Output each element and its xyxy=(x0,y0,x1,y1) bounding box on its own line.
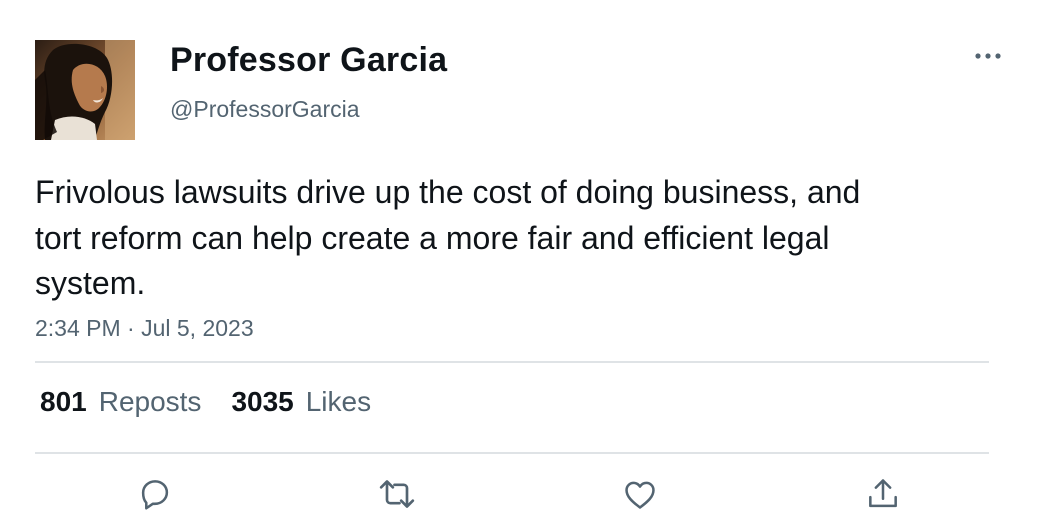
likes-count: 3035 xyxy=(231,386,294,417)
repost-button[interactable] xyxy=(377,474,417,514)
divider xyxy=(35,361,989,363)
likes-label: Likes xyxy=(305,386,372,417)
engagement-stats: 801 Reposts 3035 Likes xyxy=(40,386,371,418)
share-icon xyxy=(869,479,897,508)
reposts-count: 801 xyxy=(40,386,87,417)
avatar[interactable] xyxy=(35,40,135,140)
tweet-card: Professor Garcia @ProfessorGarcia Frivol… xyxy=(0,0,1050,525)
divider xyxy=(35,452,989,454)
share-button[interactable] xyxy=(863,474,903,514)
user-handle[interactable]: @ProfessorGarcia xyxy=(170,96,360,123)
reposts-stat[interactable]: 801 Reposts xyxy=(40,386,201,418)
tweet-text: Frivolous lawsuits drive up the cost of … xyxy=(35,174,861,301)
more-options-button[interactable] xyxy=(968,42,1008,70)
repost-icon xyxy=(379,480,415,508)
reply-button[interactable] xyxy=(135,474,175,514)
heart-icon xyxy=(625,481,655,509)
display-name[interactable]: Professor Garcia xyxy=(170,41,447,80)
tweet-timestamp[interactable]: 2:34 PM · Jul 5, 2023 xyxy=(35,315,254,342)
more-horizontal-icon xyxy=(975,53,1001,59)
likes-stat[interactable]: 3035 Likes xyxy=(231,386,371,418)
reposts-label: Reposts xyxy=(98,386,202,417)
like-button[interactable] xyxy=(620,474,660,514)
reply-icon xyxy=(141,480,169,510)
